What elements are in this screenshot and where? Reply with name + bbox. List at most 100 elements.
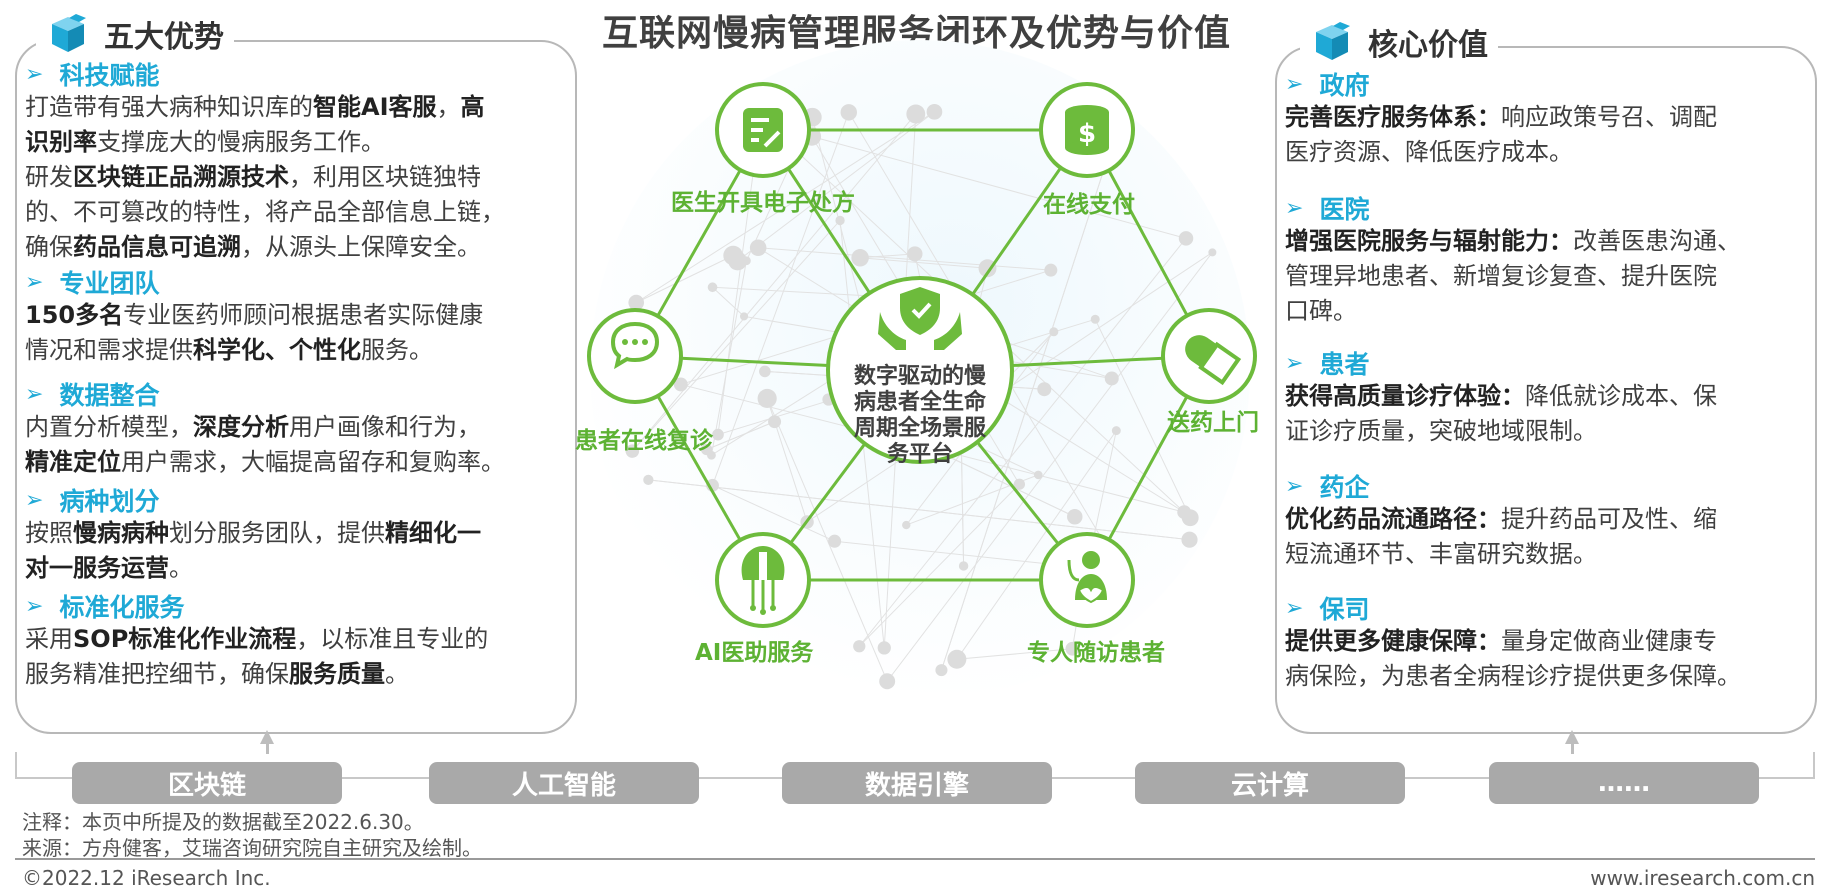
network-dot [1067, 509, 1083, 525]
copyright: ©2022.12 iResearch Inc. [22, 866, 271, 890]
body-line: 对一服务运营。 [25, 551, 481, 586]
center-node: 数字驱动的慢 病患者全生命 周期全场景服 务平台 [826, 276, 1014, 467]
arrow-bullet-icon: ➢ [25, 61, 44, 87]
center-line-4: 务平台 [887, 441, 953, 467]
body-text: 采用 [25, 625, 73, 653]
body-text: 改善医患沟通、 [1573, 227, 1741, 255]
body-text: ，以标准且专业的 [296, 625, 489, 653]
cube-icon [1316, 22, 1350, 60]
section-title-text: 标准化服务 [59, 593, 185, 622]
body-text: 支撑庞大的慢病服务工作。 [97, 128, 385, 156]
emphasis-text: 增强医院服务与辐射能力： [1285, 227, 1573, 255]
body-text: 医疗资源、降低医疗成本。 [1285, 138, 1573, 166]
network-dot [947, 649, 967, 669]
body-text: 病保险，为患者全病程诊疗提供更多保障。 [1285, 662, 1741, 690]
values-title: 核心价值 [1368, 28, 1488, 63]
network-dot [1044, 263, 1058, 277]
emphasis-text: 科学化、个性化 [193, 336, 361, 364]
right_panel-section: ➢ 药企 优化药品流通路径：提升药品可及性、缩短流通环节、丰富研究数据。 [1285, 470, 1717, 572]
body-line: 的、不可篡改的特性，将产品全部信息上链， [25, 195, 505, 230]
section-body: 150多名专业医药师顾问根据患者实际健康 情况和需求提供科学化、个性化服务。 [25, 298, 483, 368]
network-dot [907, 246, 923, 262]
tech-ai: 人工智能 [429, 762, 699, 804]
right_panel-section: ➢ 医院增强医院服务与辐射能力：改善医患沟通、管理异地患者、新增复诊复查、提升医院… [1285, 192, 1741, 329]
node-delivery: 送药上门 [1161, 308, 1259, 436]
network-dot [1111, 426, 1121, 436]
prescription-icon [743, 108, 783, 152]
body-text: 。 [385, 660, 409, 688]
section-title: ➢ 科技赋能 [25, 58, 505, 90]
right_panel-section: ➢ 保司 提供更多健康保障：量身定做商业健康专 病保险，为患者全病程诊疗提供更多保障。 [1285, 592, 1741, 694]
body-text: 的、不可篡改的特性，将产品全部信息上链， [25, 198, 505, 226]
right_panel-section: ➢ 政府 完善医疗服务体系：响应政策号召、调配 医疗资源、降低医疗成本。 [1285, 68, 1717, 170]
arrow-bullet-icon: ➢ [25, 269, 44, 295]
body-line: 证诊疗质量，突破地域限制。 [1285, 414, 1717, 449]
emphasis-text: 对一服务运营 [25, 554, 169, 582]
body-text: 内置分析模型， [25, 413, 193, 441]
arrow-bullet-icon: ➢ [25, 593, 44, 619]
body-line: 口碑。 [1285, 294, 1741, 329]
body-line: 识别率支撑庞大的慢病服务工作。 [25, 125, 505, 160]
network-dot [757, 388, 777, 409]
network-dot [723, 245, 743, 266]
body-text: ， [436, 93, 461, 121]
section-body: 按照慢病病种划分服务团队，提供精细化一 对一服务运营。 [25, 516, 481, 586]
tech-more: …… [1489, 762, 1759, 804]
network-dot [840, 104, 857, 121]
body-text: 专业医药师顾问根据患者实际健康 [123, 301, 484, 329]
arrow-bullet-icon: ➢ [1285, 350, 1304, 376]
left_panel-section: ➢ 标准化服务 采用SOP标准化作业流程，以标准且专业的 服务精准把控细节，确保服务质… [25, 590, 488, 692]
network-dot [1208, 248, 1217, 257]
section-title: ➢ 标准化服务 [25, 590, 488, 622]
node-label-revisit: 患者在线复诊 [575, 427, 714, 454]
body-text: 服务精准把控细节，确保 [25, 660, 289, 688]
values-header: 核心价值 [1300, 20, 1498, 64]
arrow-bullet-icon: ➢ [25, 381, 44, 407]
left_panel-section: ➢ 科技赋能 打造带有强大病种知识库的智能AI客服，高 识别率支撑庞大的慢病服务工作。… [25, 58, 505, 265]
body-line: 短流通环节、丰富研究数据。 [1285, 537, 1717, 572]
body-text: 管理异地患者、新增复诊复查、提升医院 [1285, 262, 1717, 290]
section-title-text: 医院 [1319, 195, 1370, 224]
section-body: 增强医院服务与辐射能力：改善医患沟通、管理异地患者、新增复诊复查、提升医院口碑。 [1285, 224, 1741, 329]
emphasis-text: 高 [460, 93, 485, 121]
website: www.iresearch.com.cn [1590, 866, 1815, 890]
up-arrow-right-icon [1565, 730, 1579, 744]
center-line-1: 数字驱动的慢 [854, 363, 987, 389]
arrow-bullet-icon: ➢ [1285, 595, 1304, 621]
network-dot [828, 534, 842, 548]
emphasis-text: 慢病病种 [73, 519, 169, 547]
network-dot [851, 249, 869, 267]
section-body: 内置分析模型，深度分析用户画像和行为， 精准定位用户需求，大幅提高留存和复购率。 [25, 410, 505, 480]
section-title-text: 药企 [1319, 473, 1370, 502]
body-line: 150多名专业医药师顾问根据患者实际健康 [25, 298, 483, 333]
section-title: ➢ 数据整合 [25, 378, 505, 410]
section-title-text: 科技赋能 [59, 61, 160, 90]
network-dot [768, 415, 782, 429]
body-line: 优化药品流通路径：提升药品可及性、缩 [1285, 502, 1717, 537]
network-dot [1181, 509, 1199, 527]
network-dot [1104, 371, 1119, 386]
emphasis-text: 深度分析 [193, 413, 289, 441]
node-label-payment: 在线支付 [1043, 191, 1135, 218]
footer-divider [15, 858, 1815, 860]
section-title: ➢ 医院 [1285, 192, 1741, 224]
body-text: 短流通环节、丰富研究数据。 [1285, 540, 1597, 568]
arrow-bullet-icon: ➢ [25, 487, 44, 513]
network-dot [926, 104, 943, 120]
body-line: 打造带有强大病种知识库的智能AI客服，高 [25, 90, 505, 125]
left_panel-section: ➢ 数据整合 内置分析模型，深度分析用户画像和行为， 精准定位用户需求，大幅提高留存和… [25, 378, 505, 480]
center-line-2: 病患者全生命 [854, 389, 987, 415]
body-line: 完善医疗服务体系：响应政策号召、调配 [1285, 100, 1717, 135]
body-line: 服务精准把控细节，确保服务质量。 [25, 657, 488, 692]
node-label-ai: AI医助服务 [695, 639, 814, 666]
source-text: 来源：方舟健客，艾瑞咨询研究院自主研究及绘制。 [22, 836, 482, 860]
network-dot [935, 664, 948, 677]
network-dot [835, 215, 845, 226]
network-dot [1037, 382, 1052, 397]
network-dot [1181, 531, 1198, 548]
arrow-bullet-icon: ➢ [1285, 473, 1304, 499]
node-payment: $ 在线支付 [1039, 82, 1135, 218]
arrow-bullet-icon: ➢ [1285, 195, 1304, 221]
body-text: 打造带有强大病种知识库的 [25, 93, 313, 121]
network-dot [1090, 314, 1100, 324]
